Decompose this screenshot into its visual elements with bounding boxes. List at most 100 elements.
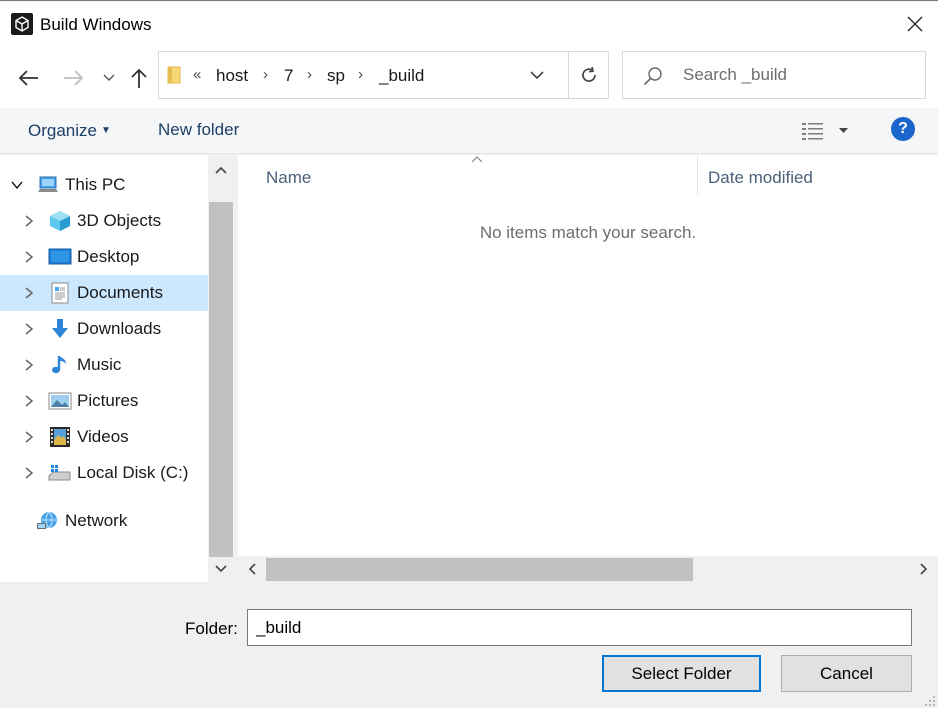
file-dialog: Build Windows « host › 7 › sp › _build S… <box>0 0 938 708</box>
chevron-down-icon[interactable] <box>10 178 24 192</box>
chevron-right-icon[interactable] <box>22 322 36 336</box>
organize-button[interactable]: Organize ▼ <box>28 121 111 141</box>
sidebar-item-pictures[interactable]: Pictures <box>0 383 208 419</box>
network-icon <box>37 511 57 529</box>
breadcrumb-7[interactable]: 7 <box>284 66 293 86</box>
breadcrumb-separator[interactable]: › <box>358 66 363 83</box>
change-view-button[interactable] <box>801 118 851 144</box>
scroll-down-button[interactable] <box>208 556 234 582</box>
breadcrumb-host[interactable]: host <box>216 66 248 86</box>
navigation-bar: « host › 7 › sp › _build <box>0 46 938 108</box>
chevron-left-icon <box>248 563 256 575</box>
chevron-down-icon <box>215 565 227 573</box>
file-list-scrollbar[interactable] <box>238 556 938 582</box>
sidebar-item-label: Pictures <box>77 391 139 410</box>
unity-icon <box>11 13 33 35</box>
picture-icon <box>48 392 72 410</box>
chevron-down-icon <box>103 74 115 81</box>
arrow-right-icon <box>64 70 84 86</box>
breadcrumb-separator[interactable]: › <box>307 66 312 83</box>
sidebar-item-videos[interactable]: Videos <box>0 419 208 455</box>
film-icon <box>50 427 70 447</box>
sidebar-item-local-disk[interactable]: Local Disk (C:) <box>0 455 208 491</box>
new-folder-button[interactable]: New folder <box>158 120 239 140</box>
sidebar-item-music[interactable]: Music <box>0 347 208 383</box>
sidebar-item-label: Desktop <box>77 247 140 266</box>
cancel-button[interactable]: Cancel <box>781 655 912 692</box>
navigation-pane-scrollbar[interactable] <box>208 155 234 582</box>
computer-icon <box>38 176 58 192</box>
sidebar-item-label: Documents <box>77 283 163 302</box>
title-bar: Build Windows <box>0 2 938 46</box>
arrow-left-icon <box>18 70 38 86</box>
select-folder-button[interactable]: Select Folder <box>602 655 761 692</box>
sidebar-item-label: This PC <box>65 175 126 194</box>
sidebar-item-label: Music <box>77 355 122 374</box>
details-view-icon <box>802 123 823 140</box>
refresh-icon <box>582 66 596 82</box>
folder-label: Folder: <box>185 619 238 638</box>
recent-locations-button[interactable] <box>95 64 123 92</box>
column-label: Date modified <box>708 168 813 187</box>
sort-ascending-icon <box>471 156 483 163</box>
address-history-button[interactable] <box>522 52 552 98</box>
search-icon <box>643 67 662 86</box>
scroll-right-button[interactable] <box>912 556 936 582</box>
up-button[interactable] <box>125 64 153 92</box>
breadcrumb-overflow[interactable]: « <box>193 66 201 83</box>
refresh-button[interactable] <box>568 52 609 98</box>
document-icon <box>51 282 69 304</box>
sidebar-item-network[interactable]: Network <box>0 503 208 539</box>
sidebar-item-downloads[interactable]: Downloads <box>0 311 208 347</box>
forward-button[interactable] <box>60 64 88 92</box>
chevron-right-icon[interactable] <box>22 466 36 480</box>
close-button[interactable] <box>892 2 938 46</box>
file-list: Name Date modified No items match your s… <box>238 155 938 582</box>
chevron-right-icon[interactable] <box>22 430 36 444</box>
scrollbar-thumb[interactable] <box>209 202 233 557</box>
chevron-right-icon[interactable] <box>22 358 36 372</box>
breadcrumb-build[interactable]: _build <box>379 66 424 86</box>
cube-icon <box>50 211 70 231</box>
folder-name-input[interactable] <box>247 609 912 646</box>
scroll-left-button[interactable] <box>240 556 264 582</box>
chevron-right-icon[interactable] <box>22 286 36 300</box>
sidebar-item-label: 3D Objects <box>77 211 162 230</box>
search-box[interactable] <box>622 51 926 99</box>
scroll-up-button[interactable] <box>208 155 234 185</box>
chevron-down-icon <box>530 70 544 79</box>
music-note-icon <box>52 356 66 374</box>
resize-grip-icon[interactable] <box>924 695 936 707</box>
window-title: Build Windows <box>40 15 152 34</box>
chevron-right-icon <box>920 563 928 575</box>
caret-down-icon <box>839 128 848 133</box>
column-label: Name <box>266 168 312 187</box>
chevron-right-icon[interactable] <box>22 394 36 408</box>
column-header-date-modified[interactable]: Date modified <box>698 155 938 195</box>
sidebar-item-desktop[interactable]: Desktop <box>0 239 208 275</box>
dialog-footer: Folder: Select Folder Cancel <box>0 582 938 708</box>
arrow-up-icon <box>131 68 147 88</box>
search-input[interactable] <box>683 52 913 98</box>
column-header-name[interactable]: Name <box>238 155 698 195</box>
download-icon <box>52 319 68 338</box>
back-button[interactable] <box>14 64 42 92</box>
empty-state-message: No items match your search. <box>479 223 697 242</box>
sidebar-item-label: Downloads <box>77 319 162 338</box>
sidebar-item-label: Videos <box>77 427 129 446</box>
folder-icon <box>167 66 181 84</box>
scrollbar-thumb[interactable] <box>266 558 693 581</box>
chevron-up-icon <box>215 166 227 174</box>
sidebar-item-documents[interactable]: Documents <box>0 275 208 311</box>
sidebar-item-this-pc[interactable]: This PC <box>0 167 208 203</box>
breadcrumb-separator[interactable]: › <box>263 66 268 83</box>
breadcrumb-sp[interactable]: sp <box>327 66 345 86</box>
chevron-right-icon[interactable] <box>22 250 36 264</box>
chevron-right-icon[interactable] <box>22 214 36 228</box>
address-bar[interactable]: « host › 7 › sp › _build <box>158 51 609 99</box>
desktop-icon <box>48 248 72 265</box>
help-button[interactable]: ? <box>891 117 915 141</box>
sidebar-item-3d-objects[interactable]: 3D Objects <box>0 203 208 239</box>
sidebar-item-label: Local Disk (C:) <box>77 463 189 482</box>
caret-down-icon: ▼ <box>100 125 111 136</box>
